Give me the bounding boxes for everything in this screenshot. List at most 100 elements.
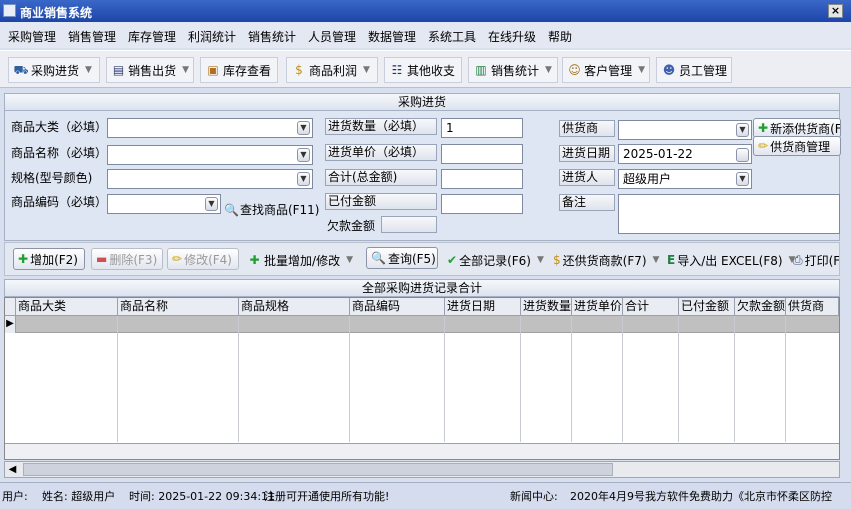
check-icon: ✔ <box>447 253 458 267</box>
column-divider <box>785 316 786 442</box>
table-row[interactable] <box>16 316 839 333</box>
edit-button[interactable]: ✏ 修改(F4) <box>167 248 239 270</box>
scrollbar-thumb[interactable] <box>23 463 613 476</box>
add-supplier-button[interactable]: ✚ 新添供货商(F <box>753 118 841 138</box>
chevron-down-icon[interactable]: ▼ <box>653 255 660 265</box>
document-icon: ▤ <box>112 63 125 77</box>
status-name: 姓名: 超级用户 <box>42 490 116 503</box>
horizontal-scrollbar[interactable]: ◀ <box>4 461 840 478</box>
all-records-button[interactable]: ✔ 全部记录(F6) ▼ <box>443 248 544 272</box>
delete-button[interactable]: ▬ 删除(F3) <box>91 248 163 270</box>
qty-label: 进货数量（必填） <box>325 118 437 135</box>
toolbar-label: 员工管理 <box>678 63 727 78</box>
toolbar-label: 库存查看 <box>223 63 272 78</box>
records-table[interactable]: 商品大类 商品名称 商品规格 商品编码 进货日期 进货数量 进货单价 合计 已付… <box>4 297 840 460</box>
toolbar-sales-button[interactable]: ▤ 销售出货 ▼ <box>106 57 194 83</box>
toolbar-staff-button[interactable]: ☻ 员工管理 <box>656 57 732 83</box>
toolbar-stock-button[interactable]: ▣ 库存查看 <box>200 57 278 83</box>
unit-price-input[interactable] <box>441 144 523 164</box>
column-header[interactable]: 商品规格 <box>239 298 350 316</box>
menu-upgrade[interactable]: 在线升级 <box>488 28 536 45</box>
code-select[interactable]: ▼ <box>107 194 221 214</box>
column-header[interactable]: 欠款金额 <box>735 298 786 316</box>
chevron-down-icon[interactable]: ▼ <box>205 197 218 211</box>
note-input[interactable] <box>618 194 840 234</box>
scroll-left-icon[interactable]: ◀ <box>5 462 20 477</box>
print-button[interactable]: ⎙ 打印(F <box>789 248 839 272</box>
pencil-icon: ✏ <box>172 252 183 266</box>
menu-sales[interactable]: 销售管理 <box>68 28 116 45</box>
column-header[interactable]: 进货单价 <box>572 298 623 316</box>
chevron-down-icon[interactable]: ▼ <box>297 148 310 162</box>
toolbar-customers-button[interactable]: ☺ 客户管理 ▼ <box>562 57 650 83</box>
category-select[interactable]: ▼ <box>107 118 313 138</box>
bar-chart-icon: ▥ <box>475 63 487 77</box>
chevron-down-icon[interactable]: ▼ <box>545 65 552 75</box>
add-label: 增加(F2) <box>30 252 78 267</box>
menu-profit[interactable]: 利润统计 <box>188 28 236 45</box>
column-header[interactable]: 供货商 <box>786 298 839 316</box>
menu-sales-stats[interactable]: 销售统计 <box>248 28 296 45</box>
chevron-down-icon[interactable]: ▼ <box>363 65 370 75</box>
grid-title: 全部采购进货记录合计 <box>4 279 840 297</box>
toolbar-label: 客户管理 <box>584 63 633 78</box>
calendar-icon[interactable] <box>736 148 749 162</box>
add-button[interactable]: ✚ 增加(F2) <box>13 248 85 270</box>
chevron-down-icon[interactable]: ▼ <box>537 255 544 265</box>
close-button[interactable]: × <box>828 4 843 18</box>
ledger-icon: ☷ <box>391 63 403 77</box>
paid-input[interactable] <box>441 194 523 214</box>
toolbar-other-button[interactable]: ☷ 其他收支 <box>384 57 462 83</box>
column-header[interactable]: 进货日期 <box>445 298 521 316</box>
menu-personnel[interactable]: 人员管理 <box>308 28 356 45</box>
all-records-label: 全部记录(F6) <box>459 253 531 268</box>
qty-input[interactable]: 1 <box>441 118 523 138</box>
toolbar-label: 销售统计 <box>491 63 540 78</box>
supplier-select[interactable]: ▼ <box>618 120 752 140</box>
menu-tools[interactable]: 系统工具 <box>428 28 476 45</box>
spec-select[interactable]: ▼ <box>107 169 313 189</box>
chevron-down-icon[interactable]: ▼ <box>346 255 353 265</box>
query-button[interactable]: 🔍 查询(F5) <box>366 247 438 269</box>
menu-inventory[interactable]: 库存管理 <box>128 28 176 45</box>
batch-edit-button[interactable]: ✚ 批量增加/修改 ▼ <box>243 248 357 272</box>
chevron-down-icon[interactable]: ▼ <box>297 121 310 135</box>
chevron-down-icon[interactable]: ▼ <box>297 172 310 186</box>
column-header[interactable]: 商品大类 <box>16 298 118 316</box>
name-select[interactable]: ▼ <box>107 145 313 165</box>
chevron-down-icon[interactable]: ▼ <box>85 65 92 75</box>
find-product-button[interactable]: 🔍 查找商品(F11) <box>224 201 320 218</box>
chevron-down-icon[interactable]: ▼ <box>638 65 645 75</box>
buyer-select[interactable]: 超级用户 ▼ <box>618 169 752 189</box>
excel-button[interactable]: E 导入/出 EXCEL(F8) ▼ <box>663 248 795 272</box>
menu-purchase[interactable]: 采购管理 <box>8 28 56 45</box>
news-label: 新闻中心: <box>510 490 558 503</box>
column-header[interactable]: 商品编码 <box>350 298 445 316</box>
total-input[interactable] <box>441 169 523 189</box>
chevron-down-icon[interactable]: ▼ <box>736 123 749 137</box>
code-label: 商品编码（必填） <box>11 195 108 209</box>
status-bar: 用户: 姓名: 超级用户 时间: 2025-01-22 09:34:11 注册可… <box>0 482 851 509</box>
column-header[interactable]: 合计 <box>623 298 679 316</box>
toolbar-stats-button[interactable]: ▥ 销售统计 ▼ <box>468 57 558 83</box>
action-bar: ✚ 增加(F2) ▬ 删除(F3) ✏ 修改(F4) ✚ 批量增加/修改 ▼ 🔍 查询(F5… <box>4 242 840 276</box>
date-picker[interactable]: 2025-01-22 <box>618 144 752 164</box>
note-label: 备注 <box>559 194 615 211</box>
column-divider <box>622 316 623 442</box>
news-ticker[interactable]: 2020年4月9号我方软件免费助力《北京市怀柔区防控 <box>570 488 842 504</box>
column-header[interactable]: 进货数量 <box>521 298 572 316</box>
chevron-down-icon[interactable]: ▼ <box>736 172 749 186</box>
column-header[interactable]: 商品名称 <box>118 298 239 316</box>
money-bag-icon: $ <box>553 253 561 267</box>
paid-label: 已付金额 <box>325 193 437 210</box>
repay-supplier-button[interactable]: $ 还供货商款(F7) ▼ <box>549 248 659 272</box>
menu-help[interactable]: 帮助 <box>548 28 572 45</box>
column-header[interactable]: 已付金额 <box>679 298 735 316</box>
owed-label: 欠款金额 <box>327 219 376 233</box>
toolbar-purchase-button[interactable]: ⛟ 采购进货 ▼ <box>8 57 100 83</box>
toolbar-profit-button[interactable]: $ 商品利润 ▼ <box>286 57 378 83</box>
manage-supplier-button[interactable]: ✏ 供货商管理 <box>753 136 841 156</box>
menu-data[interactable]: 数据管理 <box>368 28 416 45</box>
section-title: 采购进货 <box>4 93 840 111</box>
chevron-down-icon[interactable]: ▼ <box>182 65 189 75</box>
